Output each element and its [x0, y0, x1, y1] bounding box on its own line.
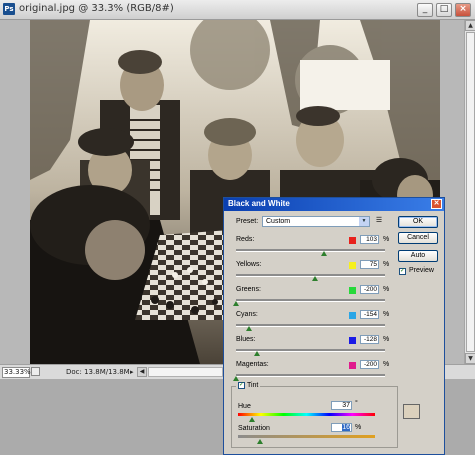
preset-dropdown[interactable]: Custom ▼ — [262, 216, 370, 227]
document-title: original.jpg @ 33.3% (RGB/8#) — [19, 3, 174, 14]
scroll-up-icon[interactable]: ▲ — [465, 20, 475, 31]
slider-label: Blues: — [236, 336, 256, 343]
saturation-slider-track[interactable] — [238, 435, 375, 438]
building — [300, 60, 390, 110]
percent-unit: % — [383, 261, 390, 268]
photoshop-icon: Ps — [3, 3, 15, 15]
slider-label: Greens: — [236, 286, 261, 293]
close-button[interactable]: × — [455, 3, 471, 17]
color-swatch — [349, 362, 356, 369]
saturation-label: Saturation — [238, 425, 270, 432]
chevron-down-icon[interactable]: ▼ — [359, 217, 369, 226]
slider-row: Blues: -128% — [234, 335, 394, 361]
maximize-button[interactable]: □ — [436, 3, 452, 17]
preset-options-icon[interactable]: ☰ — [374, 216, 384, 226]
tint-color-swatch[interactable] — [403, 404, 420, 419]
hue-unit: ° — [355, 400, 358, 407]
hue-slider-thumb[interactable] — [248, 417, 255, 422]
preview-label: Preview — [409, 267, 434, 274]
tint-option[interactable]: ✓ Tint — [236, 382, 261, 390]
status-menu-icon[interactable]: ▸ — [130, 368, 134, 376]
scroll-thumb[interactable] — [466, 32, 475, 352]
slider-value-field[interactable]: -200 — [360, 360, 379, 369]
slider-track[interactable] — [236, 299, 385, 302]
slider-value-field[interactable]: 103 — [360, 235, 379, 244]
dialog-titlebar[interactable]: Black and White ✕ — [224, 198, 444, 211]
auto-button[interactable]: Auto — [398, 250, 438, 262]
saturation-value: 16 — [342, 424, 350, 431]
slider-thumb[interactable] — [233, 376, 239, 381]
saturation-slider-thumb[interactable] — [256, 439, 263, 444]
color-swatch — [349, 312, 356, 319]
slider-value-field[interactable]: -200 — [360, 285, 379, 294]
slider-thumb[interactable] — [233, 301, 239, 306]
slider-track[interactable] — [236, 274, 385, 277]
hue-label: Hue — [238, 403, 251, 410]
dialog-close-icon[interactable]: ✕ — [431, 199, 442, 209]
hue-slider-track[interactable] — [238, 413, 375, 416]
slider-value-field[interactable]: -128 — [360, 335, 379, 344]
color-swatch — [349, 337, 356, 344]
black-and-white-dialog: Black and White ✕ Preset: Custom ▼ ☰ OK … — [223, 197, 445, 455]
percent-unit: % — [383, 336, 390, 343]
scroll-down-icon[interactable]: ▼ — [465, 353, 475, 364]
slider-row: Reds: 103% — [234, 235, 394, 261]
slider-track[interactable] — [236, 249, 385, 252]
document-info: Doc: 13.8M/13.8M — [66, 368, 130, 376]
dialog-title: Black and White — [228, 199, 290, 208]
status-info-icon[interactable] — [31, 367, 40, 376]
slider-thumb[interactable] — [246, 326, 253, 331]
saturation-unit: % — [355, 424, 362, 431]
percent-unit: % — [383, 311, 390, 318]
slider-value-field[interactable]: 75 — [360, 260, 379, 269]
slider-thumb[interactable] — [320, 251, 327, 256]
slider-track[interactable] — [236, 374, 385, 377]
tint-checkbox[interactable]: ✓ — [238, 382, 245, 389]
slider-track[interactable] — [236, 324, 385, 327]
preset-label: Preset: — [236, 218, 259, 225]
tint-label: Tint — [246, 382, 259, 389]
hue-value-field[interactable]: 37 — [331, 401, 352, 410]
scroll-left-icon[interactable]: ◀ — [137, 367, 147, 377]
slider-row: Greens: -200% — [233, 285, 394, 311]
slider-row: Yellows: 75% — [234, 260, 394, 286]
color-swatch — [349, 262, 356, 269]
saturation-value-field[interactable]: 16 — [331, 423, 352, 432]
slider-label: Yellows: — [236, 261, 262, 268]
slider-label: Reds: — [236, 236, 255, 243]
vertical-scrollbar[interactable]: ▲ ▼ — [464, 20, 475, 364]
slider-row: Cyans: -154% — [234, 310, 394, 336]
slider-label: Magentas: — [236, 361, 269, 368]
zoom-level[interactable]: 33.33% — [2, 367, 31, 378]
slider-label: Cyans: — [236, 311, 258, 318]
percent-unit: % — [383, 361, 390, 368]
slider-value-field[interactable]: -154 — [360, 310, 379, 319]
preview-checkbox[interactable]: ✓ — [399, 268, 406, 275]
cancel-button[interactable]: Cancel — [398, 232, 438, 244]
percent-unit: % — [383, 236, 390, 243]
horizontal-scrollbar[interactable] — [148, 367, 223, 377]
document-titlebar[interactable]: Ps original.jpg @ 33.3% (RGB/8#) _ □ × — [0, 0, 475, 20]
color-swatch — [349, 237, 356, 244]
minimize-button[interactable]: _ — [417, 3, 433, 17]
slider-thumb[interactable] — [311, 276, 318, 281]
slider-thumb[interactable] — [253, 351, 260, 356]
ok-button[interactable]: OK — [398, 216, 438, 228]
color-swatch — [349, 287, 356, 294]
preset-value: Custom — [266, 218, 291, 225]
percent-unit: % — [383, 286, 390, 293]
